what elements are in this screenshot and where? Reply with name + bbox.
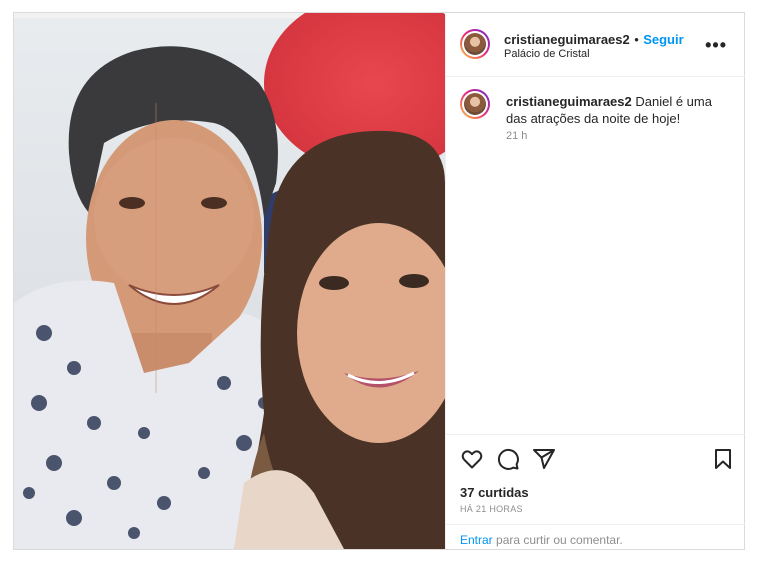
post-timestamp: HÁ 21 HORAS	[460, 504, 523, 514]
likes-count[interactable]: 37 curtidas	[460, 485, 529, 500]
selfie-image	[14, 13, 445, 549]
actions-section: 37 curtidas HÁ 21 HORAS Entrar para curt…	[446, 434, 745, 550]
comment-icon[interactable]	[496, 447, 520, 471]
login-link[interactable]: Entrar	[460, 533, 493, 547]
caption-avatar[interactable]	[460, 89, 490, 119]
caption-username[interactable]: cristianeguimaraes2	[506, 94, 632, 109]
avatar[interactable]	[460, 29, 490, 59]
post-header: cristianeguimaraes2 • Seguir Palácio de …	[446, 13, 745, 77]
more-icon[interactable]: •••	[705, 35, 727, 56]
location-link[interactable]: Palácio de Cristal	[504, 48, 590, 60]
post-photo[interactable]	[14, 13, 445, 549]
username-link[interactable]: cristianeguimaraes2	[504, 32, 630, 47]
follow-button[interactable]: Seguir	[643, 32, 683, 47]
caption: cristianeguimaraes2 Daniel é uma das atr…	[506, 93, 732, 127]
bookmark-icon[interactable]	[712, 447, 734, 471]
share-icon[interactable]	[532, 447, 556, 471]
post-sidebar: cristianeguimaraes2 • Seguir Palácio de …	[445, 13, 745, 550]
login-prompt: Entrar para curtir ou comentar.	[446, 524, 745, 551]
separator-dot: •	[634, 32, 639, 47]
login-prompt-text: para curtir ou comentar.	[492, 533, 623, 547]
caption-time: 21 h	[506, 130, 528, 142]
instagram-post: cristianeguimaraes2 • Seguir Palácio de …	[13, 12, 745, 550]
heart-icon[interactable]	[460, 447, 484, 471]
